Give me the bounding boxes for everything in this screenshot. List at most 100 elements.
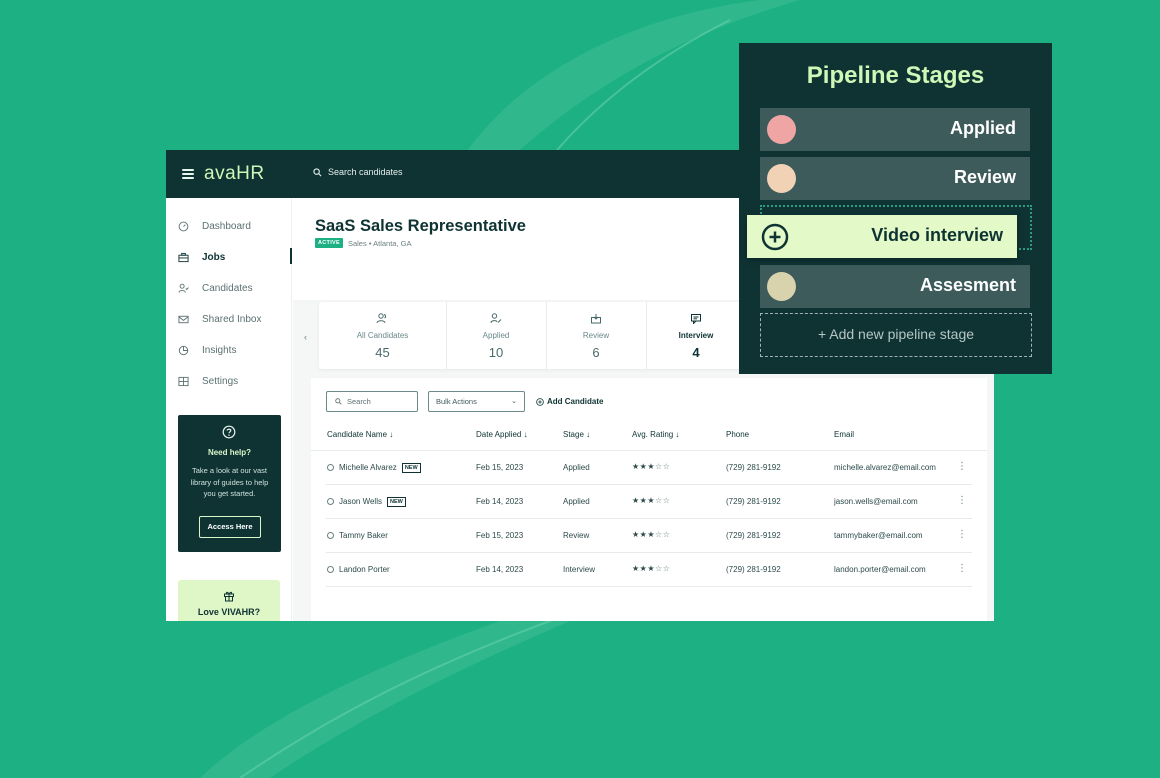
sidebar-item-candidates[interactable]: Candidates <box>178 278 290 298</box>
sidebar-item-settings[interactable]: Settings <box>178 371 290 391</box>
pie-chart-icon <box>178 345 189 355</box>
sidebar-item-label: Dashboard <box>202 220 251 232</box>
star-filled-icon: ★ <box>647 530 656 539</box>
star-empty-icon: ☆ <box>655 462 663 471</box>
table-row[interactable]: Jason Wells NEW Feb 14, 2023 Applied (729) 2… <box>311 485 987 519</box>
row-select-radio[interactable] <box>327 566 334 573</box>
love-card[interactable]: Love VIVAHR? <box>178 580 280 621</box>
access-here-button[interactable]: Access Here <box>199 516 261 538</box>
stage-color-dot <box>767 272 796 301</box>
plus-circle-icon <box>536 397 544 406</box>
inbox-review-icon <box>591 314 601 324</box>
star-empty-icon: ☆ <box>662 496 671 505</box>
stage-name: Video interview <box>871 225 1003 245</box>
cell-email: michelle.alvarez@email.com <box>834 463 936 472</box>
column-header-email[interactable]: Email <box>834 430 854 439</box>
row-select-radio[interactable] <box>327 532 334 539</box>
stat-applied[interactable]: Applied 10 <box>446 302 546 369</box>
sidebar-item-dashboard[interactable]: Dashboard <box>178 216 290 236</box>
column-header-date[interactable]: Date Applied ↓ <box>476 430 528 439</box>
help-description: Take a look at our vast library of guide… <box>190 466 269 498</box>
column-header-stage[interactable]: Stage ↓ <box>563 430 590 439</box>
stat-label: All Candidates <box>356 331 409 340</box>
cell-date: Feb 14, 2023 <box>476 565 524 574</box>
row-select-radio[interactable] <box>327 498 334 505</box>
more-options-icon[interactable]: ⋮ <box>957 563 967 574</box>
row-divider <box>326 586 972 587</box>
rating-stars: ★★★☆☆ <box>632 496 670 505</box>
column-header-name[interactable]: Candidate Name ↓ <box>327 430 393 439</box>
pipeline-stage-assesment[interactable]: Assesment <box>760 265 1030 308</box>
users-icon <box>376 313 387 324</box>
table-row[interactable]: Landon Porter Feb 14, 2023 Interview (729) … <box>311 553 987 587</box>
cell-phone: (729) 281-9192 <box>726 531 781 540</box>
candidate-name-text: Landon Porter <box>339 565 390 574</box>
chevron-left-icon[interactable]: ‹ <box>304 332 307 342</box>
more-options-icon[interactable]: ⋮ <box>957 529 967 540</box>
sidebar-item-shared-inbox[interactable]: Shared Inbox <box>178 309 290 329</box>
pipeline-stage-video-interview[interactable]: Video interview <box>747 215 1017 258</box>
global-search-placeholder: Search candidates <box>328 167 403 177</box>
add-candidate-button[interactable]: Add Candidate <box>536 397 603 406</box>
app-logo[interactable]: avaHR <box>204 163 265 185</box>
more-options-icon[interactable]: ⋮ <box>957 495 967 506</box>
column-header-phone[interactable]: Phone <box>726 430 749 439</box>
cell-stage: Applied <box>563 497 590 506</box>
table-search-input[interactable]: Search <box>326 391 418 412</box>
star-filled-icon: ★ <box>632 530 640 539</box>
hamburger-menu-icon[interactable] <box>182 169 194 179</box>
cell-email: jason.wells@email.com <box>834 497 918 506</box>
pipeline-stage-review[interactable]: Review <box>760 157 1030 200</box>
sidebar-item-label: Settings <box>202 375 239 387</box>
sidebar-item-jobs[interactable]: Jobs <box>178 247 290 267</box>
column-header-rating[interactable]: Avg. Rating ↓ <box>632 430 679 439</box>
help-card: Need help? Take a look at our vast libra… <box>178 415 281 552</box>
cell-date: Feb 15, 2023 <box>476 463 524 472</box>
cell-date: Feb 15, 2023 <box>476 531 524 540</box>
pipeline-stage-applied[interactable]: Applied <box>760 108 1030 151</box>
star-empty-icon: ☆ <box>662 564 671 573</box>
candidate-name[interactable]: Michelle Alvarez NEW <box>339 463 421 473</box>
candidate-name[interactable]: Jason Wells NEW <box>339 497 406 507</box>
stat-label: Applied <box>482 331 510 340</box>
stat-value: 10 <box>488 345 504 360</box>
sidebar-item-insights[interactable]: Insights <box>178 340 290 360</box>
pipeline-title: Pipeline Stages <box>806 62 985 89</box>
mail-icon <box>178 315 189 323</box>
candidate-name[interactable]: Landon Porter <box>339 565 390 574</box>
table-row[interactable]: Tammy Baker Feb 15, 2023 Review (729) 281-9… <box>311 519 987 553</box>
bulk-actions-select[interactable]: Bulk Actions ⌄ <box>428 391 525 412</box>
star-empty-icon: ☆ <box>662 530 671 539</box>
table-row[interactable]: Michelle Alvarez NEW Feb 15, 2023 Applied (7… <box>311 451 987 485</box>
add-candidate-label: Add Candidate <box>547 397 604 406</box>
bulk-actions-label: Bulk Actions <box>436 397 477 406</box>
job-location: Sales • Atlanta, GA <box>347 238 412 248</box>
stat-value: 6 <box>592 345 600 360</box>
sidebar: Dashboard Jobs Candidates Shared Inbox I… <box>166 198 292 621</box>
page-title: SaaS Sales Representative <box>315 217 526 235</box>
star-filled-icon: ★ <box>632 564 640 573</box>
star-filled-icon: ★ <box>647 496 656 505</box>
row-select-radio[interactable] <box>327 464 334 471</box>
star-filled-icon: ★ <box>632 462 640 471</box>
leaf-decoration-bottom <box>200 600 620 778</box>
stat-all-candidates[interactable]: All Candidates 45 <box>319 302 446 369</box>
more-options-icon[interactable]: ⋮ <box>957 461 967 472</box>
plus-circle-icon <box>761 223 789 251</box>
rating-stars: ★★★☆☆ <box>632 564 670 573</box>
star-empty-icon: ☆ <box>662 462 671 471</box>
user-edit-icon <box>490 313 502 324</box>
stat-value: 4 <box>692 345 700 360</box>
stat-review[interactable]: Review 6 <box>546 302 646 369</box>
gift-icon <box>224 591 234 602</box>
active-indicator <box>290 248 292 264</box>
global-search[interactable]: Search candidates <box>313 167 403 177</box>
stage-name: Review <box>953 167 1016 187</box>
job-meta: ACTIVE Sales • Atlanta, GA <box>315 238 411 248</box>
cell-stage: Interview <box>563 565 596 574</box>
candidate-name[interactable]: Tammy Baker <box>339 531 388 540</box>
add-pipeline-stage-button[interactable]: + Add new pipeline stage <box>760 313 1032 357</box>
cell-phone: (729) 281-9192 <box>726 565 781 574</box>
new-badge: NEW <box>386 497 406 507</box>
stat-interview[interactable]: Interview 4 <box>646 302 746 369</box>
